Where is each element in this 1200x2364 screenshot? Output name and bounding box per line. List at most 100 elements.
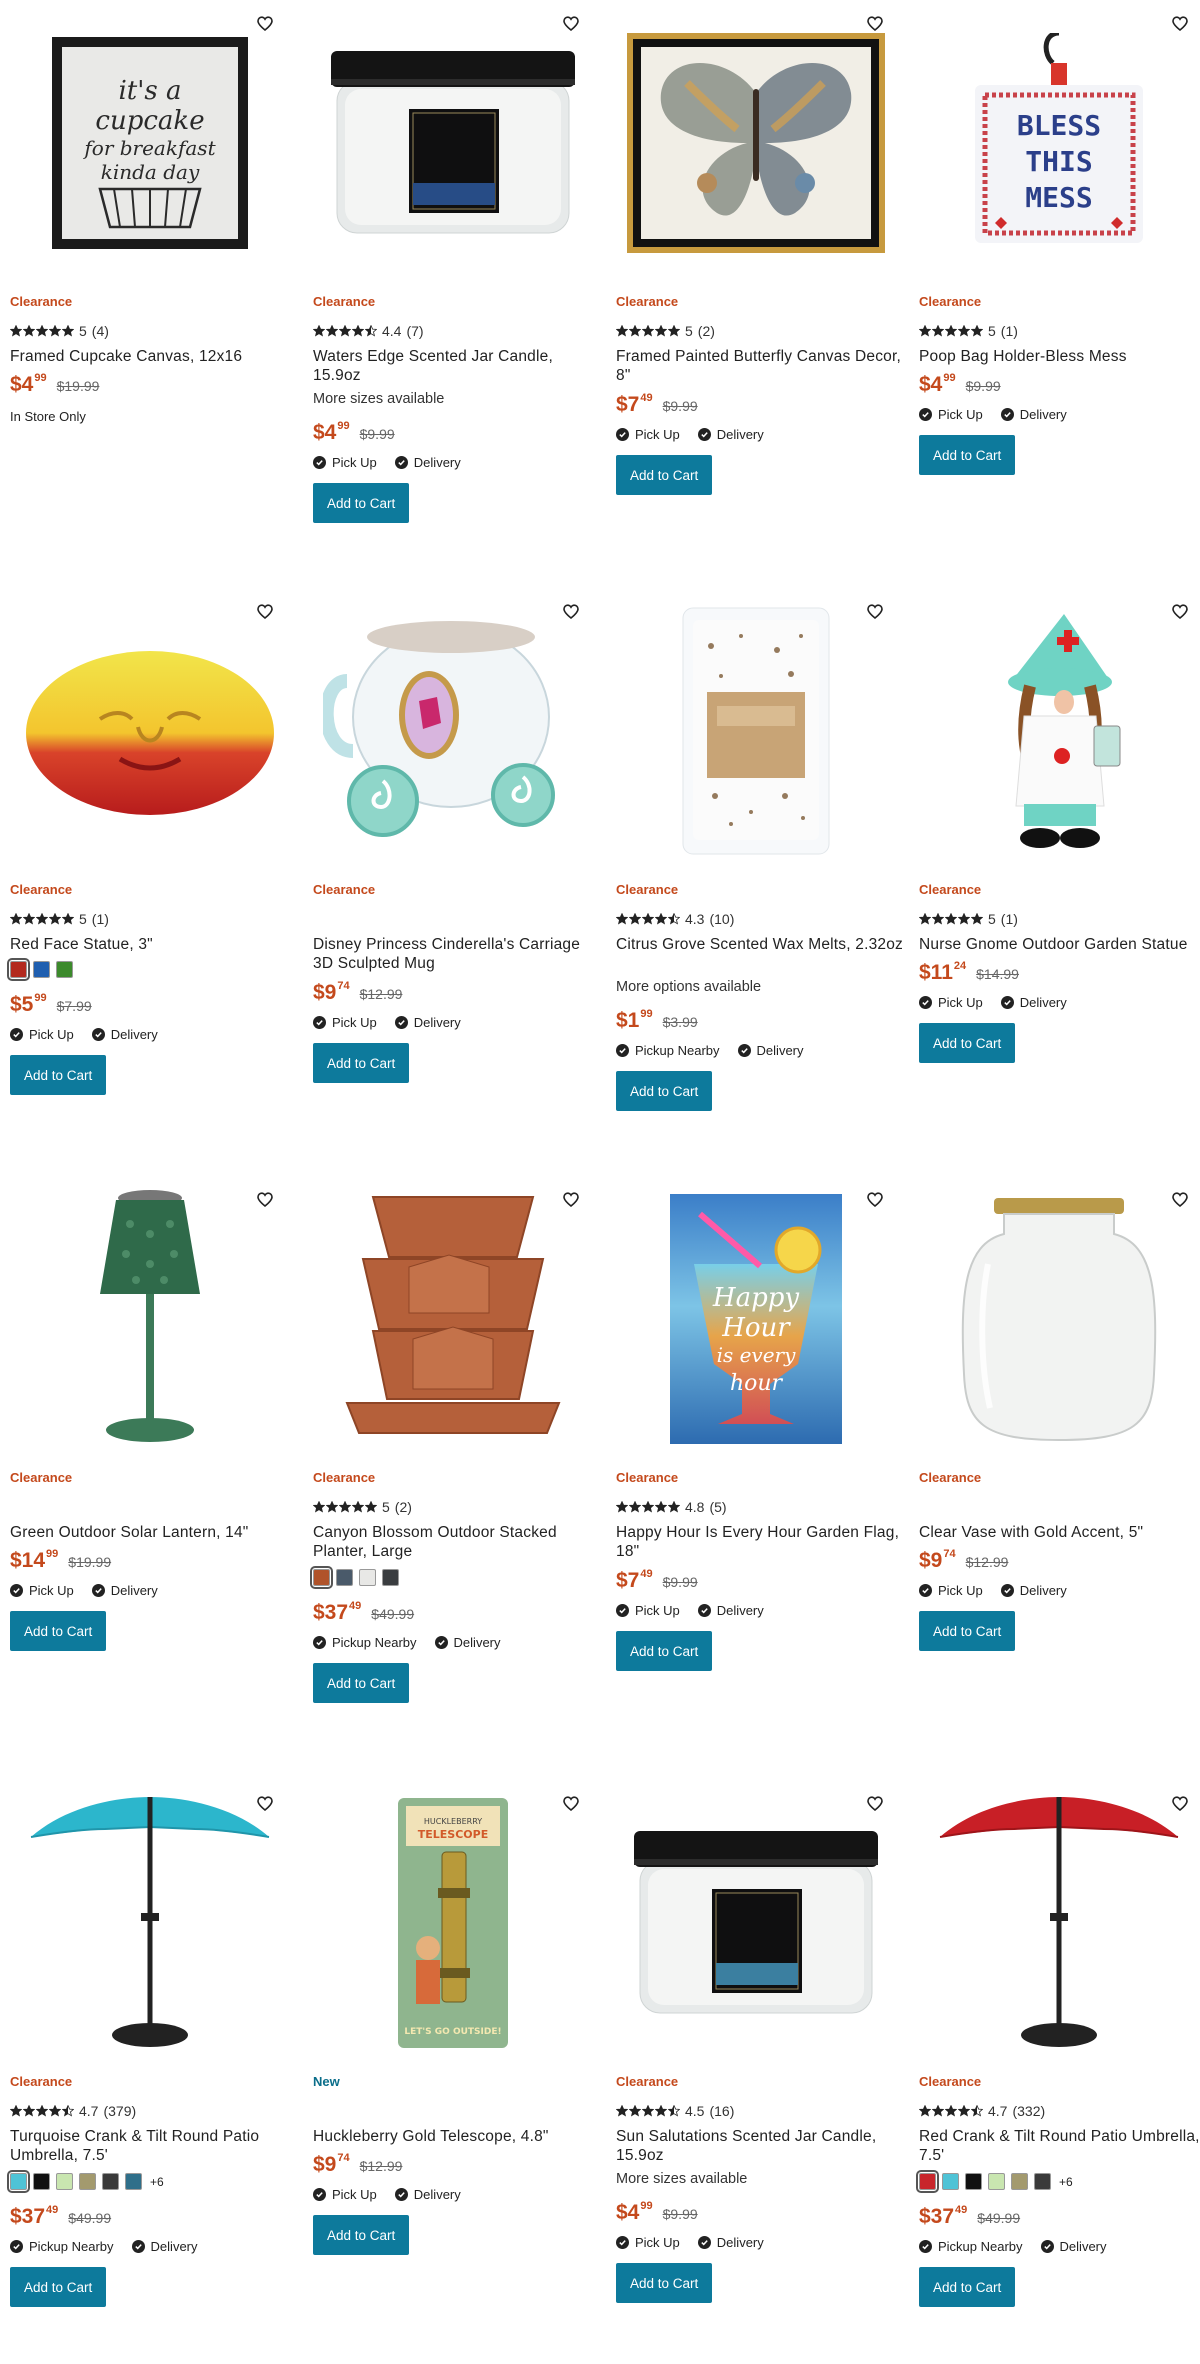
pickup-nearby-option[interactable]: Pickup Nearby [10,2239,114,2254]
product-rating[interactable]: 4.4 (7) [313,323,424,339]
product-rating[interactable]: 4.8 (5) [616,1499,727,1515]
product-rating[interactable]: 4.7 (379) [10,2103,136,2119]
pick-up-option[interactable]: Pick Up [10,1027,74,1042]
wishlist-heart-icon[interactable] [1169,600,1191,622]
product-card[interactable]: Clearance 4.7 (332) Red Crank & Tilt Round … [916,1790,1200,2307]
product-image[interactable] [10,1790,290,2056]
product-title[interactable]: Turquoise Crank & Tilt Round Patio Umbre… [10,2127,300,2165]
product-title[interactable]: Happy Hour Is Every Hour Garden Flag, 18… [616,1523,906,1561]
delivery-option[interactable]: Delivery [697,427,764,442]
product-rating[interactable]: 5 (1) [919,323,1018,339]
delivery-option[interactable]: Delivery [434,1635,501,1650]
product-card[interactable]: Clearance 4.5 (16) Sun Salutations Scented … [616,1790,906,2303]
product-image[interactable]: HUCKLEBERRY TELESCOPE LET'S GO OUTSIDE! [313,1790,593,2056]
add-to-cart-button[interactable]: Add to Cart [919,1023,1016,1063]
pick-up-option[interactable]: Pick Up [616,427,680,442]
delivery-option[interactable]: Delivery [1000,407,1067,422]
color-swatch[interactable] [336,1569,353,1586]
product-title[interactable]: Huckleberry Gold Telescope, 4.8" [313,2127,603,2146]
color-swatch[interactable] [79,2173,96,2190]
product-card[interactable]: Clearance 5 (2) Canyon Blossom Outdoor Stac… [310,1186,603,1703]
more-options-text[interactable]: More sizes available [313,391,444,407]
wishlist-heart-icon[interactable] [1169,1188,1191,1210]
product-title[interactable]: Waters Edge Scented Jar Candle, 15.9oz [313,347,603,385]
more-swatches-count[interactable]: +6 [1059,2175,1073,2189]
product-card[interactable]: Clearance 5 (1) Nurse Gnome Outdoor Garden … [919,598,1200,1063]
wishlist-heart-icon[interactable] [254,1792,276,1814]
product-rating[interactable]: 5 (4) [10,323,109,339]
wishlist-heart-icon[interactable] [254,12,276,34]
color-swatch[interactable] [125,2173,142,2190]
add-to-cart-button[interactable]: Add to Cart [10,1055,107,1095]
add-to-cart-button[interactable]: Add to Cart [919,2267,1016,2307]
product-image[interactable] [616,10,896,276]
product-card[interactable]: Clearance Disney Princess Cinderella's Ca… [313,598,603,1083]
pick-up-option[interactable]: Pick Up [313,455,377,470]
pick-up-option[interactable]: Pick Up [919,407,983,422]
product-card[interactable]: Clearance 4.4 (7) Waters Edge Scented Jar C… [313,10,603,523]
product-image[interactable] [919,1186,1199,1452]
wishlist-heart-icon[interactable] [254,1188,276,1210]
add-to-cart-button[interactable]: Add to Cart [313,1663,410,1703]
delivery-option[interactable]: Delivery [1040,2239,1107,2254]
color-swatch[interactable] [942,2173,959,2190]
wishlist-heart-icon[interactable] [864,600,886,622]
color-swatch[interactable] [310,1566,333,1589]
wishlist-heart-icon[interactable] [560,1188,582,1210]
pickup-nearby-option[interactable]: Pickup Nearby [313,1635,417,1650]
product-title[interactable]: Disney Princess Cinderella's Carriage 3D… [313,935,603,973]
product-title[interactable]: Poop Bag Holder-Bless Mess [919,347,1200,366]
color-swatch[interactable] [1034,2173,1051,2190]
product-rating[interactable]: 5 (2) [616,323,715,339]
delivery-option[interactable]: Delivery [394,1015,461,1030]
product-card[interactable]: Clearance 5 (2) Framed Painted Butterfly Ca… [616,10,906,495]
delivery-option[interactable]: Delivery [737,1043,804,1058]
color-swatch[interactable] [56,2173,73,2190]
color-swatch[interactable] [7,2170,30,2193]
add-to-cart-button[interactable]: Add to Cart [616,455,713,495]
wishlist-heart-icon[interactable] [560,1792,582,1814]
more-options-text[interactable]: More options available [616,979,761,995]
delivery-option[interactable]: Delivery [1000,1583,1067,1598]
more-options-text[interactable]: More sizes available [616,2171,747,2187]
wishlist-heart-icon[interactable] [254,600,276,622]
product-rating[interactable]: 5 (1) [919,911,1018,927]
product-image[interactable]: it's a cupcake for breakfast kinda day [10,10,290,276]
more-swatches-count[interactable]: +6 [150,2175,164,2189]
pick-up-option[interactable]: Pick Up [313,2187,377,2202]
product-title[interactable]: Clear Vase with Gold Accent, 5" [919,1523,1200,1542]
color-swatch[interactable] [359,1569,376,1586]
pick-up-option[interactable]: Pick Up [616,2235,680,2250]
product-rating[interactable]: 4.3 (10) [616,911,734,927]
product-card[interactable]: BLESS THIS MESS Clearance 5 (1) Poop Bag Holde… [919,10,1200,475]
delivery-option[interactable]: Delivery [91,1583,158,1598]
product-card[interactable]: Happy Hour is every hour Clearance 4.8 (5) Happ… [616,1186,906,1671]
add-to-cart-button[interactable]: Add to Cart [919,435,1016,475]
pick-up-option[interactable]: Pick Up [919,995,983,1010]
product-title[interactable]: Green Outdoor Solar Lantern, 14" [10,1523,300,1542]
color-swatch[interactable] [102,2173,119,2190]
color-swatch[interactable] [965,2173,982,2190]
product-rating[interactable]: 4.7 (332) [919,2103,1045,2119]
product-image[interactable]: BLESS THIS MESS [919,10,1199,276]
pickup-nearby-option[interactable]: Pickup Nearby [616,1043,720,1058]
product-image[interactable] [616,1790,896,2056]
delivery-option[interactable]: Delivery [131,2239,198,2254]
wishlist-heart-icon[interactable] [1169,1792,1191,1814]
product-image[interactable]: Happy Hour is every hour [616,1186,896,1452]
wishlist-heart-icon[interactable] [864,1188,886,1210]
wishlist-heart-icon[interactable] [1169,12,1191,34]
pick-up-option[interactable]: Pick Up [616,1603,680,1618]
product-rating[interactable]: 4.5 (16) [616,2103,734,2119]
color-swatch[interactable] [33,961,50,978]
product-card[interactable]: Clearance Clear Vase with Gold Accent, 5"… [919,1186,1200,1651]
product-card[interactable]: Clearance 4.3 (10) Citrus Grove Scented Wax… [616,598,906,1111]
color-swatch[interactable] [988,2173,1005,2190]
product-title[interactable]: Canyon Blossom Outdoor Stacked Planter, … [313,1523,603,1561]
product-title[interactable]: Sun Salutations Scented Jar Candle, 15.9… [616,2127,906,2165]
delivery-option[interactable]: Delivery [394,455,461,470]
add-to-cart-button[interactable]: Add to Cart [313,1043,410,1083]
product-title[interactable]: Framed Painted Butterfly Canvas Decor, 8… [616,347,906,385]
product-card[interactable]: HUCKLEBERRY TELESCOPE LET'S GO OUTSIDE! New… [313,1790,603,2255]
product-rating[interactable]: 5 (1) [10,911,109,927]
